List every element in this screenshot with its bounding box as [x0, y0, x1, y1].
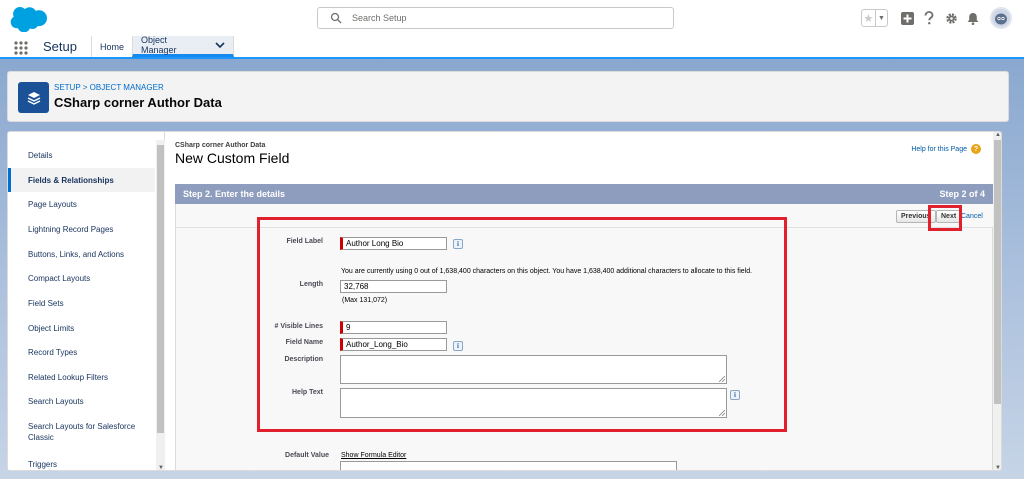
object-manager-sidebar: Details Fields & Relationships Page Layo… — [8, 132, 165, 470]
app-launcher-icon[interactable] — [14, 41, 28, 55]
resize-grip-icon[interactable] — [719, 376, 725, 382]
sidebar-item-triggers[interactable]: Triggers — [8, 459, 155, 470]
visible-lines-label: # Visible Lines — [274, 323, 323, 330]
length-max-note: (Max 131,072) — [342, 297, 388, 304]
help-text-label: Help Text — [292, 389, 323, 396]
field-name-input[interactable]: Author_Long_Bio — [340, 338, 447, 351]
length-label: Length — [299, 281, 323, 288]
search-setup[interactable] — [317, 7, 674, 29]
search-input[interactable] — [352, 10, 652, 26]
scroll-up-arrow-icon[interactable]: ▲ — [995, 132, 1001, 138]
sidebar-item-lightning-record-pages[interactable]: Lightning Record Pages — [8, 224, 155, 235]
help-link-label: Help for this Page — [911, 145, 967, 153]
length-input[interactable]: 32,768 — [340, 280, 447, 293]
notifications-bell-icon[interactable] — [966, 11, 980, 25]
tab-object-manager-label: Object Manager — [141, 35, 177, 55]
default-value-textarea[interactable] — [340, 461, 677, 470]
sidebar-item-record-types[interactable]: Record Types — [8, 347, 155, 358]
visible-lines-input[interactable]: 9 — [340, 321, 447, 334]
context-bar: Setup Home Object Manager — [0, 35, 1024, 59]
tab-object-manager[interactable]: Object Manager — [132, 35, 234, 57]
sidebar-item-compact-layouts[interactable]: Compact Layouts — [8, 273, 155, 284]
sidebar-item-search-layouts-classic[interactable]: Search Layouts for Salesforce Classic — [8, 421, 136, 443]
description-textarea[interactable] — [340, 355, 727, 384]
next-button[interactable]: Next — [936, 210, 962, 223]
tab-home[interactable]: Home — [91, 36, 132, 57]
content-scroll-thumb[interactable] — [994, 140, 1001, 404]
favorites-group: ★ ▼ — [861, 9, 888, 27]
step-header: Step 2. Enter the details Step 2 of 4 — [175, 184, 993, 204]
content-scrollbar[interactable]: ▲ ▼ — [993, 132, 1001, 470]
sidebar-item-related-lookup-filters[interactable]: Related Lookup Filters — [8, 372, 155, 383]
field-label-label: Field Label — [286, 238, 323, 245]
object-layers-icon — [18, 82, 49, 113]
salesforce-logo[interactable] — [9, 6, 47, 32]
search-icon — [330, 12, 342, 24]
sidebar-item-buttons-links-actions[interactable]: Buttons, Links, and Actions — [8, 249, 155, 260]
step-count: Step 2 of 4 — [939, 189, 985, 199]
favorite-star-icon[interactable]: ★ — [862, 10, 876, 26]
app-name: Setup — [43, 39, 77, 54]
sidebar-item-details[interactable]: Details — [8, 150, 155, 161]
length-usage-note: You are currently using 0 out of 1,638,4… — [341, 268, 753, 275]
global-add-icon[interactable] — [900, 11, 914, 25]
cancel-link[interactable]: Cancel — [961, 213, 983, 220]
info-icon[interactable]: i — [453, 341, 463, 351]
sidebar-item-search-layouts[interactable]: Search Layouts — [8, 396, 155, 407]
object-name-label: CSharp corner Author Data — [175, 142, 266, 149]
setup-gear-icon[interactable] — [944, 11, 958, 25]
field-label-input[interactable]: Author Long Bio — [340, 237, 447, 250]
sidebar-item-fields-relationships[interactable]: Fields & Relationships — [8, 168, 155, 192]
scroll-down-arrow-icon[interactable]: ▼ — [995, 465, 1001, 470]
sidebar-scrollbar[interactable]: ▼ — [156, 140, 165, 470]
step-title: Step 2. Enter the details — [183, 189, 286, 199]
object-header: SETUP > OBJECT MANAGER CSharp corner Aut… — [7, 71, 1009, 122]
sidebar-item-field-sets[interactable]: Field Sets — [8, 298, 155, 309]
description-label: Description — [284, 356, 323, 363]
resize-grip-icon[interactable] — [719, 410, 725, 416]
show-formula-editor-link[interactable]: Show Formula Editor — [341, 452, 406, 459]
scroll-down-arrow-icon[interactable]: ▼ — [158, 465, 164, 470]
user-avatar[interactable] — [990, 7, 1012, 29]
page-title: New Custom Field — [175, 150, 290, 166]
breadcrumb[interactable]: SETUP > OBJECT MANAGER — [54, 83, 164, 92]
sidebar-item-page-layouts[interactable]: Page Layouts — [8, 199, 155, 210]
global-header: ★ ▼ — [0, 0, 1024, 36]
chevron-down-icon[interactable] — [215, 41, 225, 49]
main-panel: Details Fields & Relationships Page Layo… — [7, 131, 1002, 471]
field-details-form: Previous Next Cancel Field Label Author … — [175, 204, 994, 470]
help-question-icon[interactable] — [922, 11, 936, 25]
default-value-label: Default Value — [285, 452, 329, 459]
help-for-this-page-link[interactable]: Help for this Page ? — [911, 144, 981, 154]
sidebar-item-object-limits[interactable]: Object Limits — [8, 323, 155, 334]
favorites-dropdown-icon[interactable]: ▼ — [876, 10, 887, 26]
sidebar-scroll-thumb[interactable] — [157, 145, 164, 433]
content-area: CSharp corner Author Data New Custom Fie… — [173, 132, 994, 470]
object-title: CSharp corner Author Data — [54, 95, 222, 110]
field-name-label: Field Name — [285, 339, 323, 346]
tab-home-label: Home — [100, 41, 125, 52]
help-text-textarea[interactable] — [340, 388, 727, 418]
previous-button[interactable]: Previous — [896, 210, 936, 223]
header-utility-icons: ★ ▼ — [861, 7, 1012, 29]
info-icon[interactable]: i — [730, 390, 740, 400]
info-icon[interactable]: i — [453, 239, 463, 249]
button-row: Previous Next Cancel — [176, 204, 994, 228]
help-question-icon: ? — [971, 144, 981, 154]
